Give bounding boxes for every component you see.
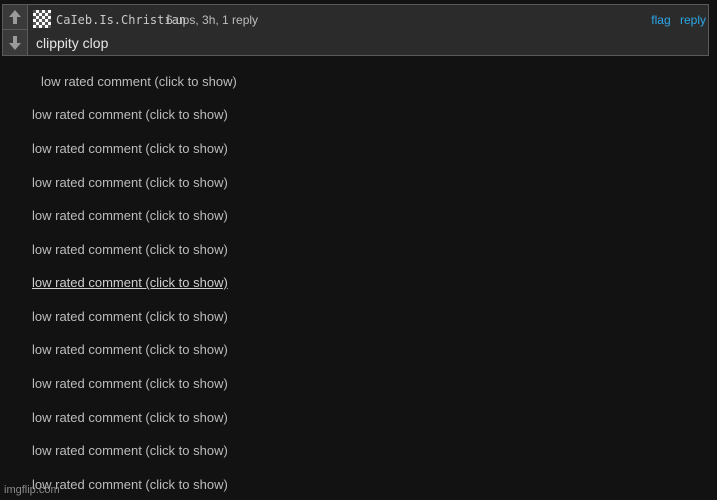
hidden-comment-5[interactable]: low rated comment (click to show) bbox=[32, 208, 228, 223]
comment-actions: flag reply bbox=[645, 13, 706, 27]
checkered-avatar-icon[interactable] bbox=[33, 10, 51, 28]
reply-link[interactable]: reply bbox=[680, 13, 706, 27]
imgflip-watermark: imgflip.com bbox=[4, 484, 60, 496]
hidden-comment-7[interactable]: low rated comment (click to show) bbox=[32, 275, 228, 290]
flag-link[interactable]: flag bbox=[651, 13, 670, 27]
hidden-comment-9[interactable]: low rated comment (click to show) bbox=[32, 342, 228, 357]
arrow-up-icon bbox=[9, 10, 21, 24]
comment-text: clippity clop bbox=[36, 35, 109, 51]
hidden-comment-1[interactable]: low rated comment (click to show) bbox=[41, 74, 237, 89]
hidden-comment-12[interactable]: low rated comment (click to show) bbox=[32, 443, 228, 458]
hidden-comment-13[interactable]: low rated comment (click to show) bbox=[32, 477, 228, 492]
downvote-button[interactable] bbox=[3, 30, 28, 55]
comment-meta: 6 ups, 3h, 1 reply bbox=[166, 13, 259, 27]
hidden-comment-6[interactable]: low rated comment (click to show) bbox=[32, 242, 228, 257]
arrow-down-icon bbox=[9, 35, 21, 50]
hidden-comment-10[interactable]: low rated comment (click to show) bbox=[32, 376, 228, 391]
hidden-comment-2[interactable]: low rated comment (click to show) bbox=[32, 107, 228, 122]
hidden-comment-4[interactable]: low rated comment (click to show) bbox=[32, 175, 228, 190]
hidden-comment-8[interactable]: low rated comment (click to show) bbox=[32, 309, 228, 324]
hidden-comment-3[interactable]: low rated comment (click to show) bbox=[32, 141, 228, 156]
comment-card: CaIeb.Is.Christian 6 ups, 3h, 1 reply fl… bbox=[2, 4, 709, 56]
hidden-comment-11[interactable]: low rated comment (click to show) bbox=[32, 410, 228, 425]
upvote-button[interactable] bbox=[3, 5, 28, 30]
